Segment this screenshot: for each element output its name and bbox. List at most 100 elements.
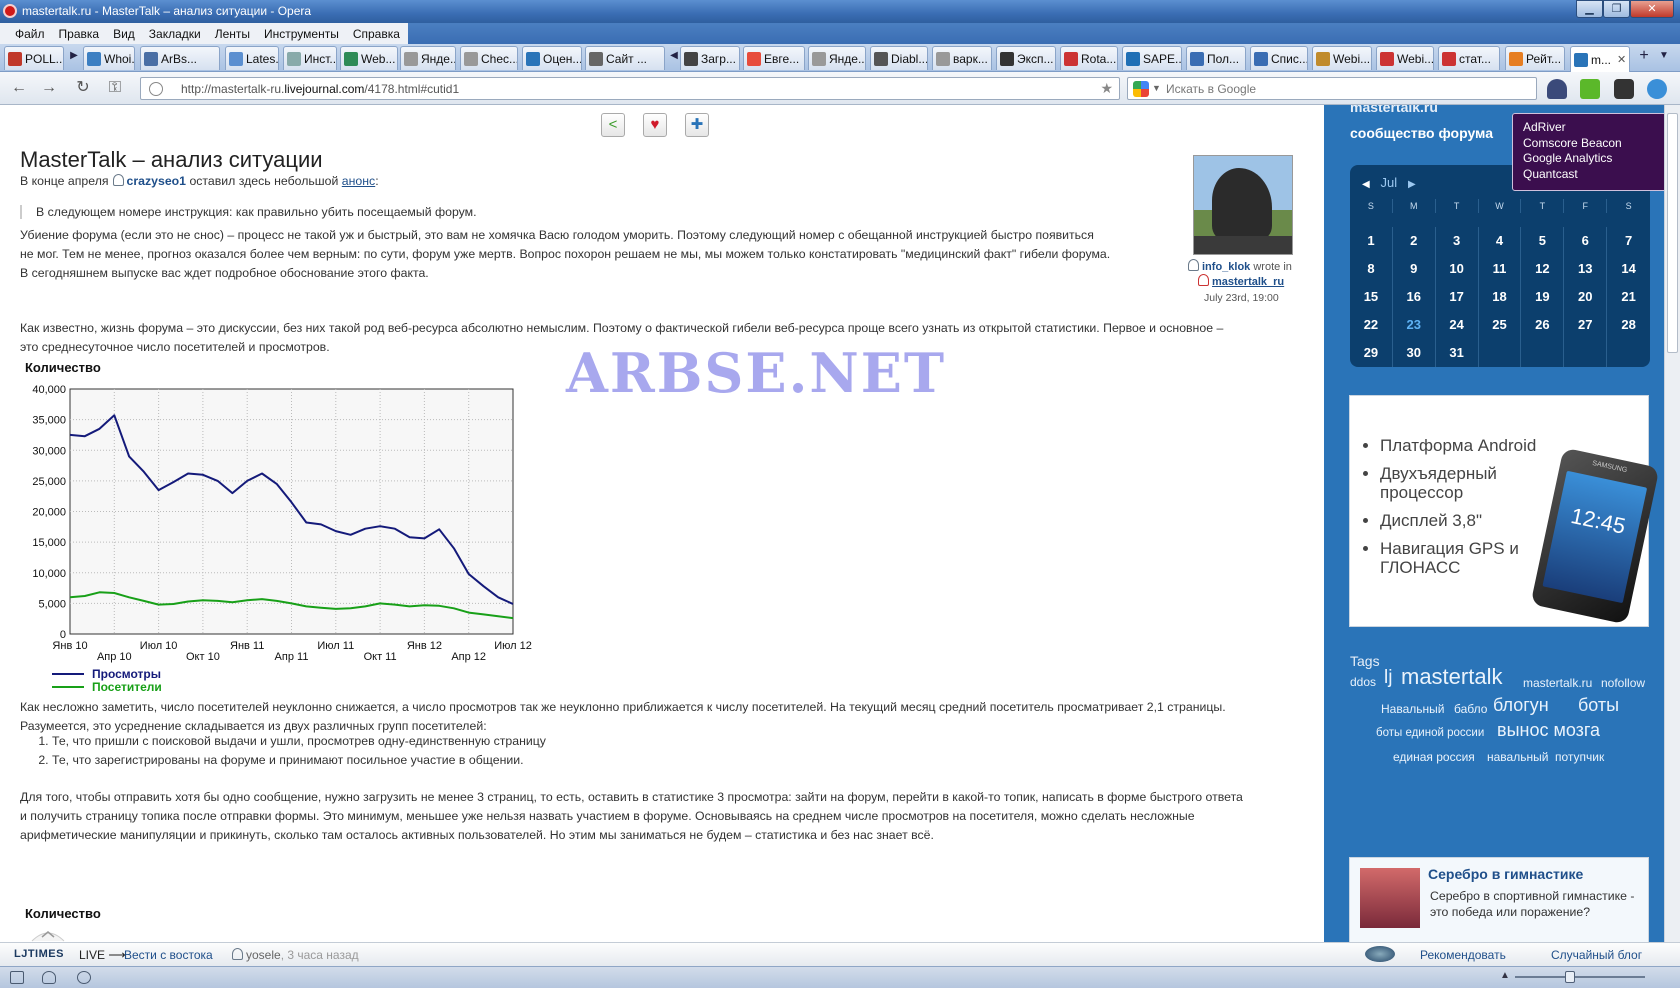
browser-tab[interactable]: Chec... — [460, 46, 518, 70]
tag-link[interactable]: mastertalk.ru — [1523, 676, 1592, 690]
reload-icon[interactable]: ↻ — [72, 78, 94, 100]
download-icon[interactable] — [1580, 79, 1600, 99]
browser-tab[interactable]: Whoi... — [83, 46, 135, 70]
panel-toggle-icon[interactable] — [10, 971, 24, 984]
key-icon[interactable]: ⚿ — [104, 78, 126, 100]
browser-tab[interactable]: SAPE... — [1122, 46, 1182, 70]
search-engine-dropdown-icon[interactable]: ▼ — [1152, 83, 1161, 93]
calendar-day[interactable]: 25 — [1479, 311, 1522, 339]
promo-title[interactable]: Серебро в гимнастике — [1428, 866, 1583, 882]
scrollbar-thumb[interactable] — [1667, 113, 1678, 353]
calendar-day[interactable]: 16 — [1393, 283, 1436, 311]
tab-scroll-left-icon[interactable]: ▶ — [68, 50, 80, 66]
tag-link[interactable]: Навальный — [1381, 702, 1444, 716]
speed-dial-icon[interactable] — [77, 971, 91, 984]
tag-link[interactable]: вынос мозга — [1497, 720, 1600, 741]
zoom-slider[interactable] — [1515, 971, 1645, 983]
menu-feeds[interactable]: Ленты — [208, 23, 257, 44]
user-link-crazyseo1[interactable]: crazyseo1 — [127, 174, 186, 188]
browser-tab[interactable]: Webi... — [1376, 46, 1434, 70]
calendar-day[interactable]: 26 — [1521, 311, 1565, 339]
menu-view[interactable]: Вид — [106, 23, 142, 44]
random-blog-link[interactable]: Случайный блог — [1551, 948, 1642, 962]
browser-tab[interactable]: Пол... — [1186, 46, 1246, 70]
zoom-icon[interactable]: ▲ — [1500, 970, 1510, 981]
calendar-day[interactable]: 31 — [1436, 339, 1479, 367]
calendar-day[interactable]: 29 — [1350, 339, 1393, 367]
recommend-link[interactable]: Рекомендовать — [1420, 948, 1506, 962]
community-link[interactable]: mastertalk_ru — [1212, 276, 1284, 288]
calendar-next-icon[interactable]: ▶ — [1408, 179, 1416, 190]
calendar-day[interactable]: 8 — [1350, 255, 1393, 283]
menu-help[interactable]: Справка — [346, 23, 407, 44]
calendar-day[interactable]: 17 — [1436, 283, 1479, 311]
browser-tab[interactable]: Рейт... — [1505, 46, 1565, 70]
calendar-day[interactable]: 30 — [1393, 339, 1436, 367]
google-icon[interactable] — [1133, 81, 1149, 97]
browser-tab[interactable]: POLL... — [4, 46, 64, 70]
community-icon[interactable] — [1198, 274, 1209, 286]
calendar-day[interactable]: 11 — [1479, 255, 1522, 283]
forward-icon[interactable]: → — [38, 78, 60, 100]
new-tab-icon[interactable]: + — [1638, 47, 1650, 64]
browser-tab[interactable]: Web... — [340, 46, 398, 70]
browser-tab[interactable]: Rota... — [1060, 46, 1118, 70]
ljtimes-user-link[interactable]: yosele — [246, 948, 281, 962]
back-icon[interactable]: ← — [8, 78, 30, 100]
tab-scroll-icon[interactable]: ◀ — [668, 50, 680, 66]
calendar-prev-icon[interactable]: ◀ — [1362, 179, 1370, 190]
tag-link[interactable]: mastertalk — [1401, 664, 1502, 690]
tag-link[interactable]: lj — [1384, 667, 1392, 689]
user-icon[interactable] — [232, 948, 243, 960]
tab-list-icon[interactable]: ▼ — [1658, 50, 1670, 66]
calendar-day[interactable]: 1 — [1350, 227, 1393, 255]
browser-tab[interactable]: Lates... — [225, 46, 279, 70]
extension-icon[interactable] — [1614, 79, 1634, 99]
calendar-day[interactable]: 21 — [1607, 283, 1650, 311]
site-info-icon[interactable] — [149, 82, 163, 96]
calendar-day[interactable]: 23 — [1393, 311, 1436, 339]
browser-tab[interactable]: Евге... — [743, 46, 805, 70]
calendar-day[interactable]: 19 — [1521, 283, 1565, 311]
unite-icon[interactable] — [1647, 79, 1667, 99]
calendar-day[interactable]: 18 — [1479, 283, 1522, 311]
calendar-day[interactable]: 5 — [1521, 227, 1565, 255]
ljtimes-live-link[interactable]: Вести с востока — [124, 948, 213, 962]
calendar-day[interactable]: 15 — [1350, 283, 1393, 311]
browser-tab[interactable]: Загр... — [680, 46, 740, 70]
calendar-day[interactable]: 6 — [1564, 227, 1608, 255]
browser-tab[interactable]: Инст... — [283, 46, 337, 70]
search-field[interactable]: ▼ Искать в Google — [1127, 77, 1537, 100]
browser-tab[interactable]: Оцен... — [522, 46, 582, 70]
phone-advertisement[interactable]: Платформа Android Двухъядерный процессор… — [1349, 395, 1660, 627]
heart-icon[interactable]: ♥ — [643, 113, 667, 137]
menu-tools[interactable]: Инструменты — [257, 23, 346, 44]
calendar-day[interactable]: 12 — [1521, 255, 1565, 283]
browser-tab[interactable]: стат... — [1438, 46, 1500, 70]
calendar-day[interactable]: 27 — [1564, 311, 1608, 339]
calendar-day[interactable]: 14 — [1607, 255, 1650, 283]
promo-image[interactable] — [1360, 868, 1420, 928]
announce-link[interactable]: анонс — [342, 174, 375, 188]
calendar-month[interactable]: Jul — [1381, 175, 1398, 190]
tag-link[interactable]: боты — [1578, 695, 1619, 716]
vertical-scrollbar[interactable] — [1664, 105, 1680, 942]
tag-link[interactable]: ddos — [1350, 675, 1376, 689]
calendar-day[interactable]: 28 — [1607, 311, 1650, 339]
ljtimes-logo[interactable]: LJTIMES — [14, 948, 64, 960]
bookmark-star-icon[interactable]: ★ — [1100, 80, 1113, 97]
calendar-day[interactable]: 4 — [1479, 227, 1522, 255]
user-icon[interactable] — [1188, 259, 1199, 271]
tag-link[interactable]: nofollow — [1601, 676, 1645, 690]
author-userpic[interactable] — [1193, 155, 1293, 255]
plus-icon[interactable]: ✚ — [685, 113, 709, 137]
browser-tab[interactable]: ArBs... — [140, 46, 220, 70]
calendar-day[interactable]: 2 — [1393, 227, 1436, 255]
unite-status-icon[interactable] — [42, 971, 56, 984]
restore-button[interactable]: ❐ — [1603, 0, 1630, 18]
tag-link[interactable]: боты единой россии — [1376, 727, 1484, 739]
browser-tab[interactable]: варк... — [932, 46, 992, 70]
zoom-slider-knob[interactable] — [1565, 971, 1575, 983]
calendar-day[interactable]: 20 — [1564, 283, 1608, 311]
minimize-button[interactable]: ▁ — [1576, 0, 1603, 18]
